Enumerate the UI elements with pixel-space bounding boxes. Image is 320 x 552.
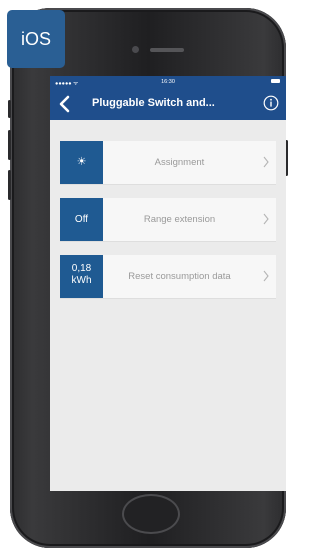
row-tile: Off [60, 198, 103, 241]
status-bar: ●●●●● ᯤ 16:30 [50, 76, 286, 88]
back-chevron-icon[interactable] [56, 94, 74, 114]
tile-status-text: Off [74, 214, 89, 225]
stage: ●●●●● ᯤ 16:30 Pluggable Switch and... ☀ … [0, 0, 293, 552]
home-button[interactable] [122, 494, 180, 534]
mute-switch [8, 100, 11, 118]
consumption-unit: kWh [71, 274, 92, 286]
navigation-bar: Pluggable Switch and... [50, 88, 286, 120]
volume-up-button [8, 130, 11, 160]
chevron-right-icon [263, 213, 269, 225]
front-camera [132, 46, 139, 53]
sun-icon: ☀ [76, 156, 87, 168]
battery-icon [271, 79, 280, 83]
page-title: Pluggable Switch and... [92, 97, 215, 109]
list-item-assignment[interactable]: ☀ Assignment [60, 141, 276, 185]
earpiece-speaker [150, 48, 184, 52]
app-screen: ●●●●● ᯤ 16:30 Pluggable Switch and... ☀ … [50, 76, 286, 491]
list-item-reset-consumption[interactable]: 0,18 kWh Reset consumption data [60, 255, 276, 299]
row-tile: ☀ [60, 141, 103, 184]
row-tile: 0,18 kWh [60, 255, 103, 298]
ios-badge: iOS [7, 10, 65, 68]
row-label: Range extension [143, 214, 216, 225]
consumption-value: 0,18 [71, 263, 92, 274]
chevron-right-icon [263, 156, 269, 168]
list-item-range-extension[interactable]: Off Range extension [60, 198, 276, 242]
volume-down-button [8, 170, 11, 200]
chevron-right-icon [263, 270, 269, 282]
info-icon[interactable] [263, 95, 279, 111]
row-label: Assignment [154, 157, 205, 168]
row-label: Reset consumption data [128, 271, 231, 282]
status-time: 16:30 [161, 79, 175, 85]
